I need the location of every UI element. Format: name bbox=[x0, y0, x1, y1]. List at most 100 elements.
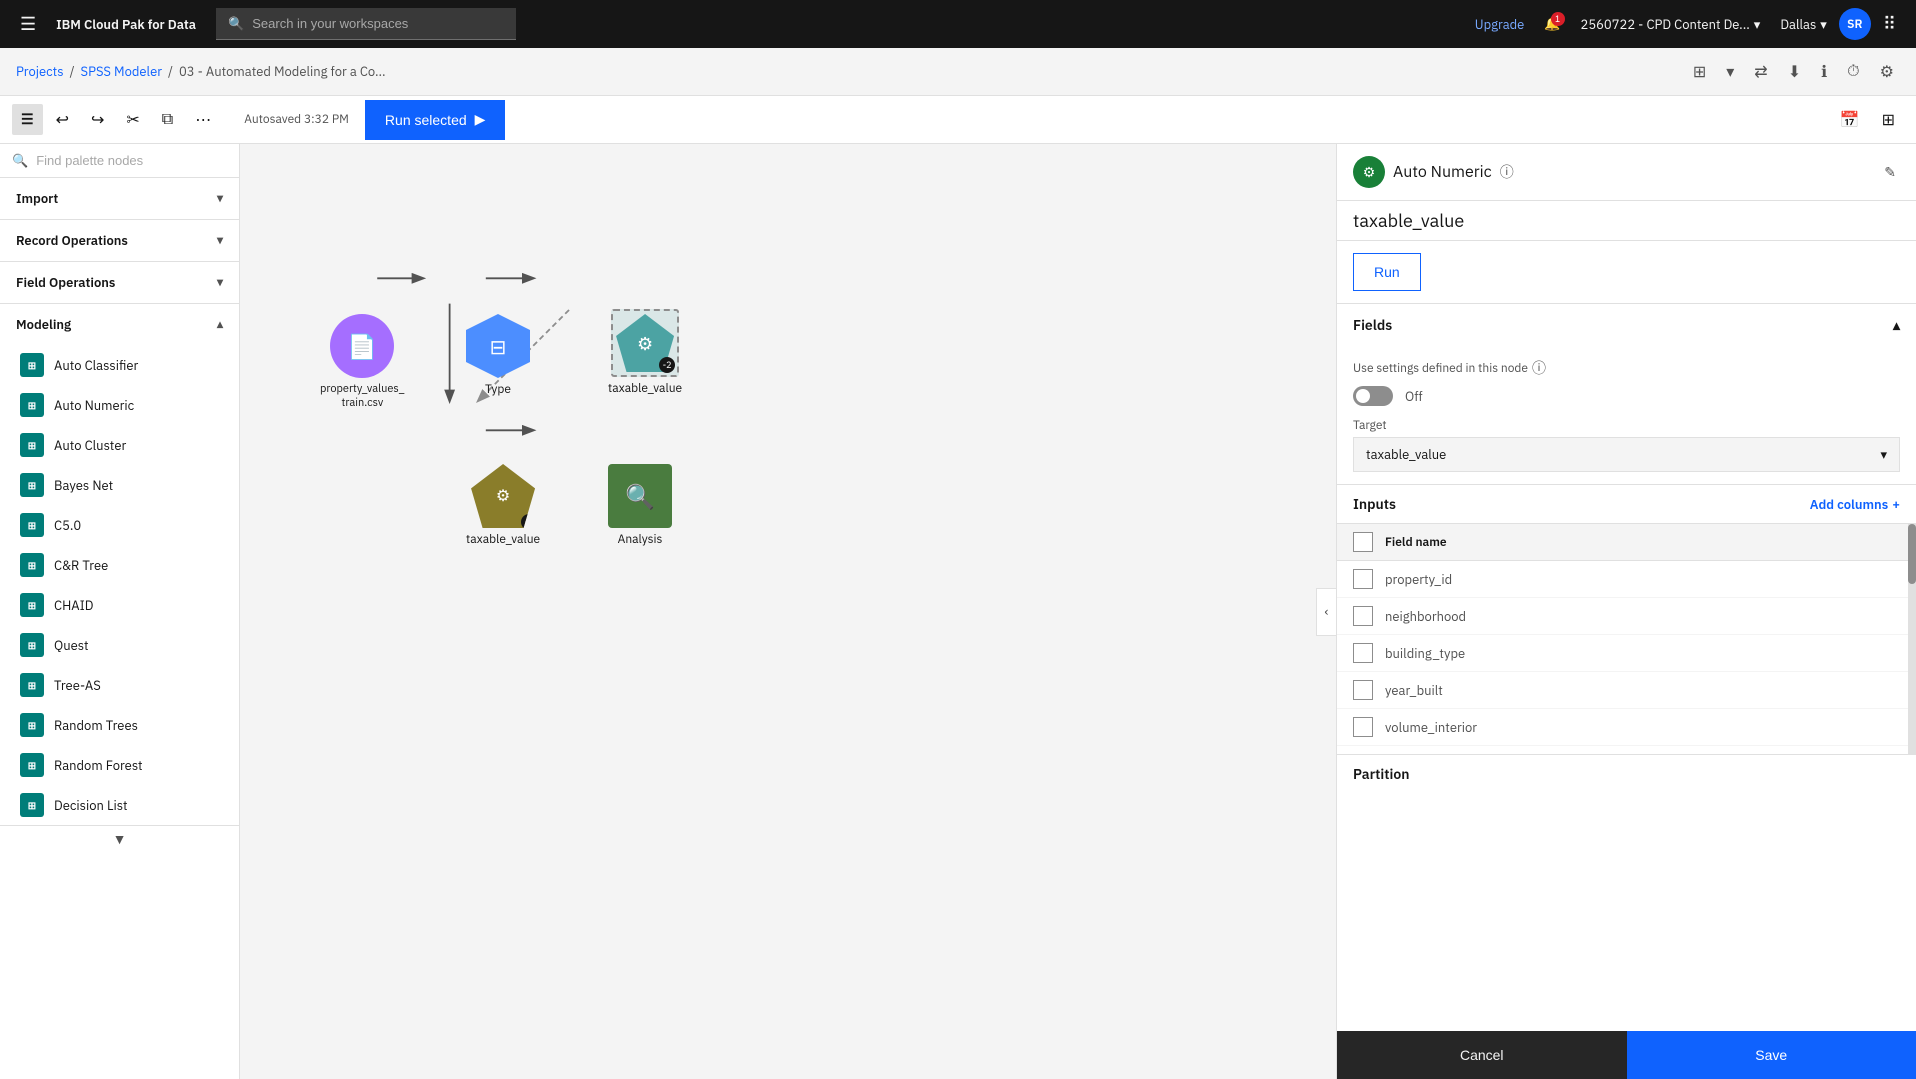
view-toggle-button[interactable]: ⊞ bbox=[1687, 56, 1712, 88]
field-row-year-built[interactable]: year_built bbox=[1337, 672, 1916, 709]
run-selected-label: Run selected bbox=[385, 112, 467, 128]
field-row-building-type[interactable]: building_type bbox=[1337, 635, 1916, 672]
sidebar-search-input[interactable] bbox=[36, 153, 227, 168]
user-avatar[interactable]: SR bbox=[1839, 8, 1871, 40]
field-checkbox-volume-interior[interactable] bbox=[1353, 717, 1373, 737]
region-selector[interactable]: Dallas ▾ bbox=[1772, 12, 1834, 37]
panel-info-icon[interactable]: ⓘ bbox=[1500, 162, 1514, 182]
view-switch-button[interactable]: ⇄ bbox=[1748, 56, 1773, 88]
type-node[interactable]: ⊟ Type bbox=[466, 314, 530, 397]
sidebar-search-container[interactable]: 🔍 bbox=[0, 144, 239, 178]
data-source-node[interactable]: 📄 property_values_train.csv bbox=[320, 314, 405, 410]
cut-button[interactable]: ✂ bbox=[117, 103, 148, 137]
run-button[interactable]: Run bbox=[1353, 253, 1421, 291]
sidebar-item-auto-numeric[interactable]: ⊞ Auto Numeric bbox=[0, 385, 239, 425]
search-input[interactable] bbox=[252, 16, 504, 31]
add-columns-text: Add columns bbox=[1810, 496, 1888, 513]
sidebar-item-auto-cluster[interactable]: ⊞ Auto Cluster bbox=[0, 425, 239, 465]
history-button[interactable]: ⏱ bbox=[1841, 57, 1865, 87]
field-checkbox-property-id[interactable] bbox=[1353, 569, 1373, 589]
breadcrumb-spss-modeler[interactable]: SPSS Modeler bbox=[81, 63, 162, 80]
copy-button[interactable]: ⧉ bbox=[153, 104, 182, 136]
auto-cluster-icon: ⊞ bbox=[20, 433, 44, 457]
field-row-neighborhood[interactable]: neighborhood bbox=[1337, 598, 1916, 635]
breadcrumb-projects[interactable]: Projects bbox=[16, 63, 64, 80]
analysis-shape: 🔍 bbox=[608, 464, 672, 528]
bayes-net-icon: ⊞ bbox=[20, 473, 44, 497]
sidebar-item-auto-classifier[interactable]: ⊞ Auto Classifier bbox=[0, 345, 239, 385]
notifications-button[interactable]: 🔔 1 bbox=[1536, 8, 1568, 40]
target-select[interactable]: taxable_value ▾ bbox=[1353, 437, 1900, 472]
field-name-neighborhood: neighborhood bbox=[1385, 608, 1466, 625]
panel-collapse-button[interactable]: ‹ bbox=[1316, 588, 1336, 636]
fields-section-content: Use settings defined in this node ⓘ Off … bbox=[1337, 346, 1916, 484]
menu-button[interactable]: ☰ bbox=[12, 6, 44, 43]
global-search[interactable]: 🔍 bbox=[216, 8, 516, 40]
scrollbar-thumb[interactable] bbox=[1908, 524, 1916, 584]
quest-label: Quest bbox=[54, 637, 89, 654]
info-button[interactable]: ℹ bbox=[1815, 56, 1833, 88]
sidebar-item-random-trees[interactable]: ⊞ Random Trees bbox=[0, 705, 239, 745]
right-panel: ⚙ Auto Numeric ⓘ ✎ taxable_value Run Fie… bbox=[1336, 144, 1916, 1079]
canvas-area[interactable]: 📄 property_values_train.csv ⊟ Type ⚙ -2 … bbox=[240, 144, 1336, 1079]
taxable-value-node[interactable]: ⚙ -2 taxable_value bbox=[466, 464, 540, 547]
apps-grid-button[interactable]: ⠿ bbox=[1875, 6, 1904, 43]
modeling-label: Modeling bbox=[16, 316, 71, 333]
settings-info-icon[interactable]: ⓘ bbox=[1532, 358, 1546, 378]
settings-toggle[interactable] bbox=[1353, 386, 1393, 406]
save-button[interactable]: Save bbox=[1627, 1031, 1916, 1079]
sidebar-item-tree-as[interactable]: ⊞ Tree-AS bbox=[0, 665, 239, 705]
workspace-selector[interactable]: 2560722 - CPD Content De... ▾ bbox=[1573, 12, 1769, 37]
sidebar-item-random-forest[interactable]: ⊞ Random Forest bbox=[0, 745, 239, 785]
menu-icon: ☰ bbox=[20, 14, 36, 35]
analysis-node[interactable]: 🔍 Analysis bbox=[608, 464, 672, 547]
more-button[interactable]: ⋯ bbox=[186, 103, 220, 137]
taxable-value-model-node[interactable]: ⚙ -2 taxable_value bbox=[608, 309, 682, 396]
field-name-building-type: building_type bbox=[1385, 645, 1465, 662]
field-name-column-header: Field name bbox=[1385, 535, 1447, 550]
field-table-header: Field name bbox=[1337, 524, 1916, 561]
random-trees-label: Random Trees bbox=[54, 717, 138, 734]
run-selected-button[interactable]: Run selected ▶ bbox=[365, 100, 506, 140]
select-all-checkbox[interactable] bbox=[1353, 532, 1373, 552]
search-icon: 🔍 bbox=[228, 15, 244, 32]
sidebar-section-header-modeling[interactable]: Modeling ▴ bbox=[0, 304, 239, 345]
node-badge: -2 bbox=[659, 357, 675, 373]
undo-button[interactable]: ↩ bbox=[47, 103, 78, 137]
sidebar-section-import: Import ▾ bbox=[0, 178, 239, 220]
autosaved-label: Autosaved 3:32 PM bbox=[232, 112, 361, 127]
sidebar-section-header-record-ops[interactable]: Record Operations ▾ bbox=[0, 220, 239, 261]
field-row-volume-other[interactable]: volume_other bbox=[1337, 746, 1916, 754]
add-node-button[interactable]: ⊞ bbox=[1873, 103, 1904, 137]
palette-toggle-button[interactable]: ☰ bbox=[12, 104, 43, 135]
panel-header-left: ⚙ Auto Numeric ⓘ bbox=[1353, 156, 1514, 188]
redo-button[interactable]: ↪ bbox=[82, 103, 113, 137]
target-field: Target taxable_value ▾ bbox=[1353, 418, 1900, 472]
sidebar-item-chaid[interactable]: ⊞ CHAID bbox=[0, 585, 239, 625]
main-layout: 🔍 Import ▾ Record Operations ▾ Field Ope… bbox=[0, 144, 1916, 1079]
calendar-button[interactable]: 📅 bbox=[1831, 103, 1869, 137]
panel-edit-icon[interactable]: ✎ bbox=[1880, 159, 1900, 185]
sidebar-item-quest[interactable]: ⊞ Quest bbox=[0, 625, 239, 665]
sidebar-section-header-import[interactable]: Import ▾ bbox=[0, 178, 239, 219]
field-checkbox-building-type[interactable] bbox=[1353, 643, 1373, 663]
cancel-button[interactable]: Cancel bbox=[1337, 1031, 1627, 1079]
chevron-down-button[interactable]: ▾ bbox=[1720, 56, 1740, 88]
sidebar-item-bayes-net[interactable]: ⊞ Bayes Net bbox=[0, 465, 239, 505]
sidebar-item-decision-list[interactable]: ⊞ Decision List bbox=[0, 785, 239, 825]
sidebar-item-cr-tree[interactable]: ⊞ C&R Tree bbox=[0, 545, 239, 585]
upgrade-button[interactable]: Upgrade bbox=[1467, 12, 1533, 37]
field-checkbox-year-built[interactable] bbox=[1353, 680, 1373, 700]
field-row-volume-interior[interactable]: volume_interior bbox=[1337, 709, 1916, 746]
chaid-label: CHAID bbox=[54, 597, 94, 614]
sidebar-item-c50[interactable]: ⊞ C5.0 bbox=[0, 505, 239, 545]
toolbar: ☰ ↩ ↪ ✂ ⧉ ⋯ Autosaved 3:32 PM Run select… bbox=[0, 96, 1916, 144]
scrollbar-track bbox=[1908, 524, 1916, 754]
settings-button[interactable]: ⚙ bbox=[1874, 56, 1900, 88]
sidebar-section-header-field-ops[interactable]: Field Operations ▾ bbox=[0, 262, 239, 303]
add-columns-button[interactable]: Add columns + bbox=[1810, 496, 1900, 513]
field-row-property-id[interactable]: property_id bbox=[1337, 561, 1916, 598]
field-checkbox-neighborhood[interactable] bbox=[1353, 606, 1373, 626]
fields-section-header[interactable]: Fields ▴ bbox=[1337, 304, 1916, 346]
download-button[interactable]: ⬇ bbox=[1782, 56, 1807, 88]
